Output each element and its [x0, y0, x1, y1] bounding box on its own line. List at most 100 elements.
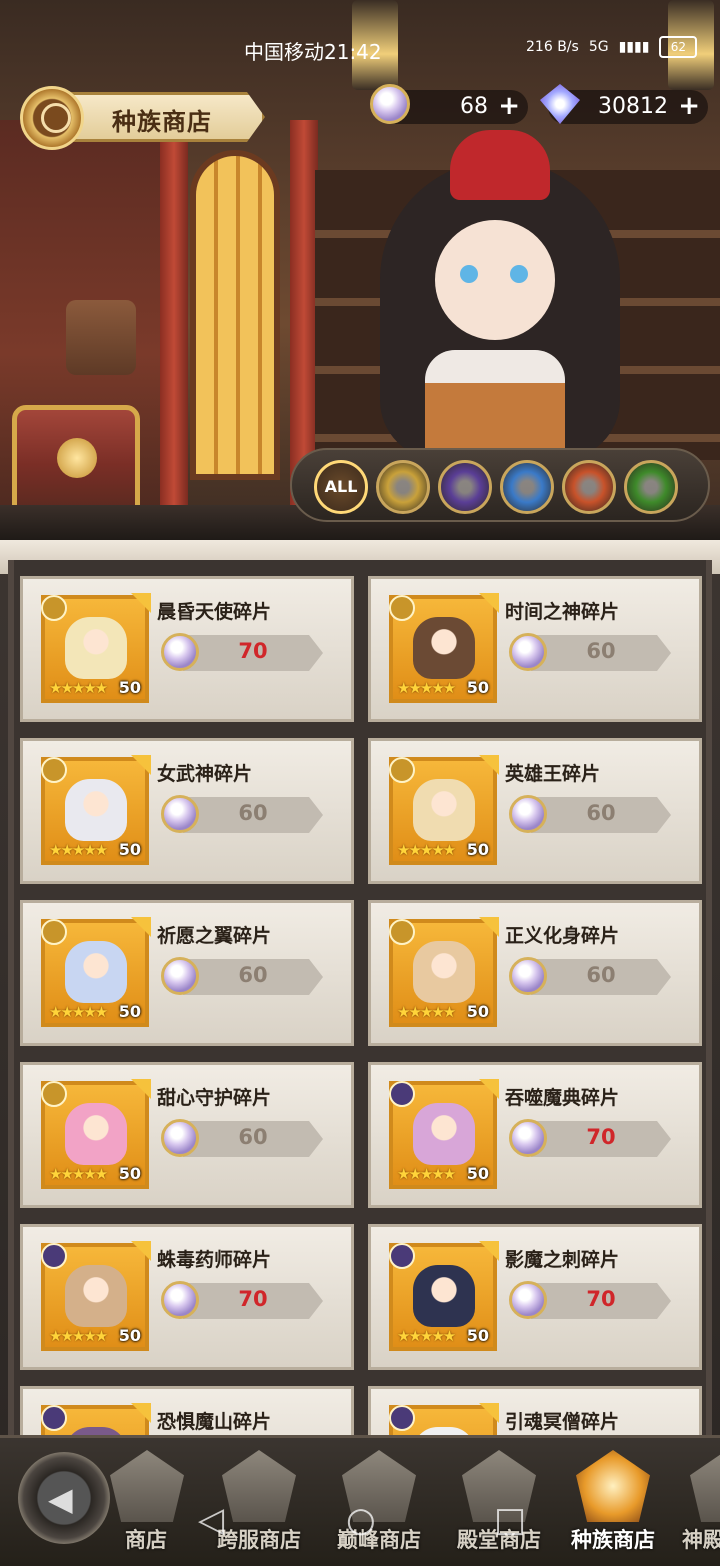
- shop-icon: [110, 1450, 184, 1522]
- back-arrow-icon: ◀: [48, 1480, 73, 1518]
- item-name: 恐惧魔山碎片: [157, 1411, 272, 1433]
- item-name: 正义化身碎片: [505, 925, 620, 947]
- star-rating: ★★★★★: [397, 1003, 456, 1021]
- hero-sprite: [65, 617, 127, 679]
- item-price: 70: [238, 639, 268, 663]
- hero-portrait: ★★★★★ 50: [41, 917, 151, 1027]
- shop-item-card[interactable]: ★★★★★ 50 时间之神碎片 60: [368, 576, 702, 722]
- corner-icon: [131, 755, 151, 775]
- filter-sword-button[interactable]: [500, 460, 554, 514]
- character-eye: [460, 265, 478, 283]
- tab-temple-shop[interactable]: 神殿: [668, 1450, 720, 1560]
- hero-portrait: ★★★★★ 50: [389, 1079, 499, 1189]
- chest-emblem: [57, 438, 97, 478]
- pearl-currency: 68 +: [370, 84, 528, 124]
- satchel-icon: [66, 300, 136, 375]
- tab-peak-shop[interactable]: 巅峰商店: [320, 1450, 438, 1560]
- shop-item-card[interactable]: ★★★★★ 50 英雄王碎片 60: [368, 738, 702, 884]
- star-rating: ★★★★★: [49, 841, 108, 859]
- hero-level: 50: [466, 840, 489, 859]
- corner-icon: [131, 917, 151, 937]
- hero-level: 50: [466, 1002, 489, 1021]
- page-title: 种族商店: [112, 108, 212, 136]
- tab-race-shop[interactable]: 种族商店: [554, 1450, 672, 1560]
- filter-tree-button[interactable]: [624, 460, 678, 514]
- item-price: 60: [238, 963, 268, 987]
- system-recents-icon[interactable]: □: [494, 1500, 526, 1540]
- hero-sprite: [65, 1265, 127, 1327]
- hero-level: 50: [118, 678, 141, 697]
- hero-level: 50: [118, 1002, 141, 1021]
- hero-level: 50: [466, 678, 489, 697]
- item-name: 蛛毒药师碎片: [157, 1249, 272, 1271]
- star-rating: ★★★★★: [397, 841, 456, 859]
- shop-item-card[interactable]: ★★★★★ 50 正义化身碎片 60: [368, 900, 702, 1046]
- shop-item-card[interactable]: ★★★★★ 50 女武神碎片 60: [20, 738, 354, 884]
- item-name: 祈愿之翼碎片: [157, 925, 272, 947]
- faction-badge-icon: [389, 1243, 415, 1269]
- shop-item-panel: ★★★★★ 50 晨昏天使碎片 70 ★★★★★ 50 时间之神碎片 60 ★★★★★ 50 女武神…: [0, 540, 720, 1532]
- hero-sprite: [65, 779, 127, 841]
- star-rating: ★★★★★: [397, 1165, 456, 1183]
- gem-amount: 30812: [598, 94, 668, 119]
- hero-portrait: ★★★★★ 50: [41, 1079, 151, 1189]
- item-price: 60: [586, 963, 616, 987]
- corner-icon: [131, 593, 151, 613]
- shop-item-card[interactable]: ★★★★★ 50 蛛毒药师碎片 70: [20, 1224, 354, 1370]
- faction-badge-icon: [41, 919, 67, 945]
- hero-portrait: ★★★★★ 50: [41, 755, 151, 865]
- faction-badge-icon: [41, 757, 67, 783]
- shop-item-card[interactable]: ★★★★★ 50 甜心守护碎片 60: [20, 1062, 354, 1208]
- shop-title-banner: 种族商店: [0, 86, 270, 150]
- item-price: 70: [586, 1287, 616, 1311]
- hero-portrait: ★★★★★ 50: [389, 917, 499, 1027]
- filter-dark-button[interactable]: [438, 460, 492, 514]
- carrier-time: 中国移动21:42: [244, 40, 382, 64]
- filter-wolf-button[interactable]: [562, 460, 616, 514]
- faction-badge-icon: [41, 1243, 67, 1269]
- shop-item-card[interactable]: ★★★★★ 50 祈愿之翼碎片 60: [20, 900, 354, 1046]
- data-speed: 216 B/s: [526, 39, 579, 55]
- corner-icon: [479, 593, 499, 613]
- filter-light-button[interactable]: [376, 460, 430, 514]
- corner-icon: [479, 755, 499, 775]
- tab-shop[interactable]: 商店: [96, 1450, 196, 1560]
- faction-filter-bar: ALL: [290, 448, 710, 522]
- character-face: [435, 220, 555, 340]
- faction-badge-icon: [389, 1081, 415, 1107]
- system-home-icon[interactable]: ○: [346, 1500, 376, 1540]
- shop-item-card[interactable]: ★★★★★ 50 晨昏天使碎片 70: [20, 576, 354, 722]
- hero-sprite: [413, 617, 475, 679]
- hero-level: 50: [466, 1326, 489, 1345]
- faction-badge-icon: [41, 1405, 67, 1431]
- item-price: 60: [238, 1125, 268, 1149]
- star-rating: ★★★★★: [397, 1327, 456, 1345]
- star-rating: ★★★★★: [49, 1165, 108, 1183]
- status-bar: 中国移动21:42 216 B/s 5G ▮▮▮▮ 62: [0, 32, 720, 68]
- item-name: 英雄王碎片: [505, 763, 601, 785]
- race-shop-icon: [576, 1450, 650, 1522]
- hero-level: 50: [118, 1164, 141, 1183]
- character-dress: [425, 350, 565, 460]
- faction-badge-icon: [41, 595, 67, 621]
- item-price: 60: [238, 801, 268, 825]
- star-rating: ★★★★★: [49, 679, 108, 697]
- corner-icon: [479, 1241, 499, 1261]
- add-pearl-button[interactable]: +: [498, 91, 520, 121]
- hero-portrait: ★★★★★ 50: [389, 593, 499, 703]
- speed-value: 216: [526, 39, 553, 55]
- item-name: 女武神碎片: [157, 763, 253, 785]
- add-gem-button[interactable]: +: [678, 91, 700, 121]
- shop-item-card[interactable]: ★★★★★ 50 影魔之刺碎片 70: [368, 1224, 702, 1370]
- shop-item-card[interactable]: ★★★★★ 50 吞噬魔典碎片 70: [368, 1062, 702, 1208]
- hero-sprite: [413, 941, 475, 1003]
- network-label: 5G: [588, 39, 609, 55]
- faction-badge-icon: [389, 1405, 415, 1431]
- corner-icon: [131, 1403, 151, 1423]
- filter-all-button[interactable]: ALL: [314, 460, 368, 514]
- pearl-amount: 68: [460, 94, 488, 119]
- hero-portrait: ★★★★★ 50: [389, 755, 499, 865]
- item-name: 引魂冥僧碎片: [505, 1411, 620, 1433]
- speed-unit: B/s: [557, 39, 579, 55]
- system-back-icon[interactable]: ◁: [198, 1500, 224, 1540]
